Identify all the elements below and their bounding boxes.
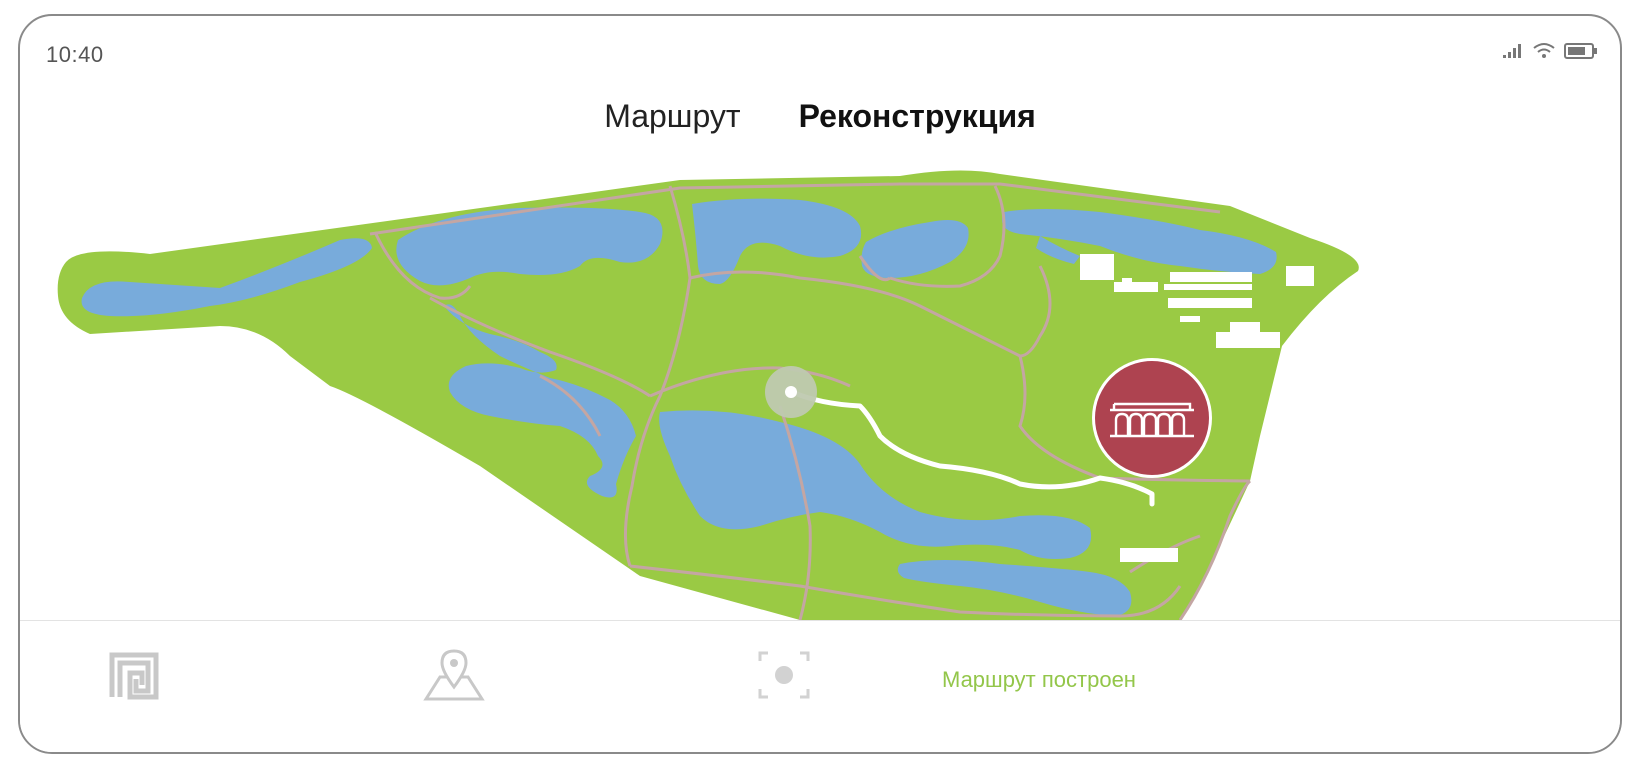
- tab-reconstruction[interactable]: Реконструкция: [799, 98, 1036, 135]
- scan-target-icon[interactable]: [758, 651, 810, 699]
- view-tabs: Маршрут Реконструкция: [20, 98, 1620, 135]
- status-icons: [1502, 42, 1598, 60]
- status-time: 10:40: [46, 42, 104, 67]
- phone-frame: 10:40 Маршрут Реконструкция Маршрут пост…: [18, 14, 1622, 754]
- meander-logo-icon[interactable]: [108, 649, 160, 701]
- battery-icon: [1564, 43, 1597, 59]
- destination-marker[interactable]: [1092, 358, 1212, 478]
- route-status-text: Маршрут построен: [942, 667, 1136, 692]
- bottom-nav-bar: Маршрут построен: [20, 620, 1620, 752]
- tab-route[interactable]: Маршрут: [604, 98, 740, 135]
- wifi-icon: [1533, 43, 1555, 58]
- signal-icon: [1503, 44, 1521, 58]
- location-dot-icon: [785, 386, 797, 398]
- start-point[interactable]: [765, 366, 817, 418]
- map-pin-icon[interactable]: [422, 647, 486, 703]
